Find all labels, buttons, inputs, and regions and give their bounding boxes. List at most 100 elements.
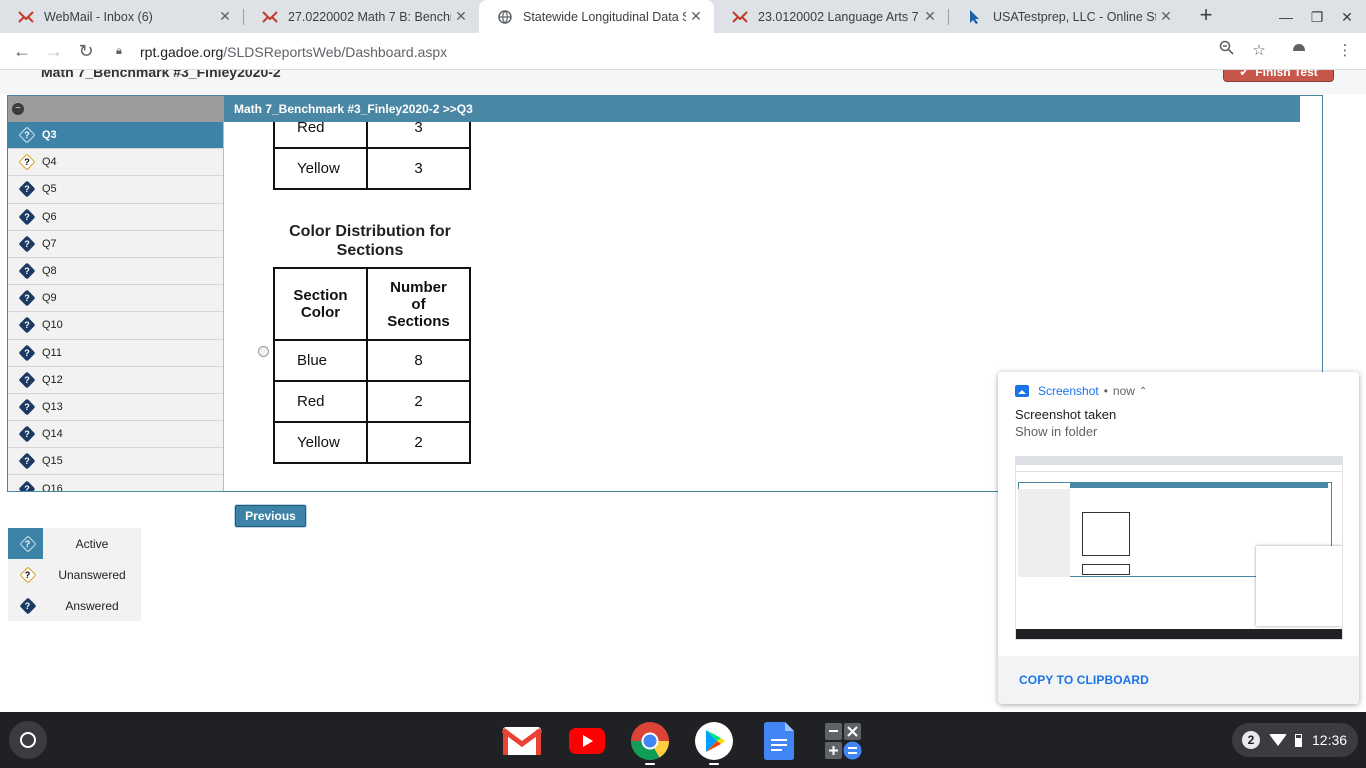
calculator-icon[interactable] xyxy=(822,721,864,761)
close-icon[interactable]: ✕ xyxy=(1156,8,1176,25)
finish-flag-icon: ✔ xyxy=(1239,70,1250,79)
active-diamond-icon: ? xyxy=(19,535,37,553)
chrome-icon[interactable] xyxy=(629,721,671,765)
close-icon[interactable]: ✕ xyxy=(451,8,471,25)
copy-to-clipboard-button[interactable]: COPY TO CLIPBOARD xyxy=(998,656,1359,704)
zoom-icon[interactable] xyxy=(1215,40,1237,62)
question-label: Q7 xyxy=(42,237,57,250)
new-tab-button[interactable]: + xyxy=(1194,4,1218,28)
close-icon[interactable]: ✕ xyxy=(920,8,940,25)
previous-distribution-table: Red 3 Yellow 3 xyxy=(273,122,471,190)
test-header: Math 7_Benchmark #3_Finley2020-2 ✔ Finis… xyxy=(0,70,1366,94)
close-icon[interactable]: ✕ xyxy=(686,8,706,25)
finish-test-label: Finish Test xyxy=(1255,70,1318,79)
tab-math7-benchmark[interactable]: 27.0220002 Math 7 B: Benchma ✕ xyxy=(244,0,479,33)
question-label: Q14 xyxy=(42,428,63,441)
forward-icon[interactable]: → xyxy=(42,40,66,64)
question-label: Q13 xyxy=(42,400,63,413)
question-label: Q9 xyxy=(42,292,57,305)
docs-icon[interactable] xyxy=(758,721,800,761)
answered-diamond-icon: ? xyxy=(18,452,36,470)
answered-diamond-icon: ? xyxy=(18,371,36,389)
minimize-icon[interactable]: — xyxy=(1275,6,1297,28)
question-item-q13[interactable]: ? Q13 xyxy=(8,394,223,422)
question-item-q8[interactable]: ? Q8 xyxy=(8,258,223,286)
battery-icon xyxy=(1295,733,1302,747)
extension-icon[interactable] xyxy=(1288,40,1310,62)
previous-button[interactable]: Previous xyxy=(235,505,306,527)
question-item-q12[interactable]: ? Q12 xyxy=(8,367,223,394)
legend-label: Answered xyxy=(65,598,119,613)
unanswered-diamond-icon: ? xyxy=(18,153,36,171)
column-header-section-color: Section Color xyxy=(273,267,368,341)
back-icon[interactable]: ← xyxy=(10,40,34,64)
youtube-icon[interactable] xyxy=(566,721,608,761)
finish-test-button[interactable]: ✔ Finish Test xyxy=(1223,70,1334,82)
answered-diamond-icon: ? xyxy=(18,425,36,443)
chevron-up-icon[interactable]: ⌃ xyxy=(1139,386,1147,397)
section-color-cell: Red xyxy=(297,393,325,410)
tab-language-arts[interactable]: 23.0120002 Language Arts 7 B ✕ xyxy=(714,0,948,33)
question-item-q3[interactable]: ? Q3 xyxy=(8,122,223,150)
show-in-folder-link[interactable]: Show in folder xyxy=(1015,424,1097,439)
maximize-icon[interactable]: ❐ xyxy=(1306,6,1328,28)
table-row: Yellow 2 xyxy=(273,421,471,464)
section-count-cell: 2 xyxy=(366,421,471,464)
question-item-q10[interactable]: ? Q10 xyxy=(8,312,223,340)
webmail-logo-icon xyxy=(18,9,34,25)
answered-diamond-icon: ? xyxy=(18,316,36,334)
question-label: Q3 xyxy=(42,129,57,142)
test-title: Math 7_Benchmark #3_Finley2020-2 xyxy=(41,70,281,80)
question-item-q9[interactable]: ? Q9 xyxy=(8,285,223,313)
answered-diamond-icon: ? xyxy=(18,180,36,198)
section-count-cell: 8 xyxy=(366,339,471,382)
answered-diamond-icon: ? xyxy=(19,597,37,615)
question-list[interactable]: ? Q3? Q4? Q5? Q6? Q7? Q8? Q9? Q10? Q11? Q12? Q13? Q1… xyxy=(8,122,224,491)
question-item-q14[interactable]: ? Q14 xyxy=(8,421,223,449)
question-label: Q4 xyxy=(42,156,57,169)
tab-usatestprep[interactable]: USATestprep, LLC - Online State ✕ xyxy=(949,0,1184,33)
section-color-cell: Red xyxy=(297,122,325,136)
question-item-q16[interactable]: ? Q16 xyxy=(8,475,223,491)
webmail-logo-icon xyxy=(732,9,748,25)
bookmark-star-icon[interactable]: ☆ xyxy=(1248,40,1270,62)
question-item-q4[interactable]: ? Q4 xyxy=(8,149,223,177)
answered-diamond-icon: ? xyxy=(18,208,36,226)
window-close-icon[interactable]: ✕ xyxy=(1336,6,1358,28)
table-row: Yellow 3 xyxy=(273,147,471,190)
collapse-icon[interactable]: − xyxy=(12,103,24,115)
gmail-icon[interactable] xyxy=(501,721,543,761)
address-bar[interactable]: 🔒︎ rpt.gadoe.org/SLDSReportsWeb/Dashboar… xyxy=(108,37,1280,66)
legend-icon-wrap: ? xyxy=(8,528,43,559)
question-item-q15[interactable]: ? Q15 xyxy=(8,448,223,476)
table-row: Blue 8 xyxy=(273,339,471,382)
section-color-cell: Blue xyxy=(297,352,328,369)
tab-slds-dashboard[interactable]: Statewide Longitudinal Data Sy ✕ xyxy=(479,0,714,33)
legend-icon-wrap: ? xyxy=(8,590,43,621)
question-item-q7[interactable]: ? Q7 xyxy=(8,231,223,258)
screenshot-thumbnail[interactable] xyxy=(1015,456,1343,640)
close-icon[interactable]: ✕ xyxy=(215,8,235,25)
answered-diamond-icon: ? xyxy=(18,289,36,307)
legend-item-active: ? Active xyxy=(8,528,141,559)
tab-webmail[interactable]: WebMail - Inbox (6) ✕ xyxy=(0,0,243,33)
answered-diamond-icon: ? xyxy=(18,344,36,362)
play-store-icon[interactable] xyxy=(693,721,735,765)
browser-toolbar: ← → ↻ 🔒︎ rpt.gadoe.org/SLDSReportsWeb/Da… xyxy=(0,33,1366,70)
menu-icon[interactable]: ⋮ xyxy=(1334,40,1356,62)
question-list-header: − xyxy=(8,96,224,122)
tab-strip: WebMail - Inbox (6) ✕ 27.0220002 Math 7 … xyxy=(0,0,1366,33)
question-label: Q10 xyxy=(42,319,63,332)
question-item-q5[interactable]: ? Q5 xyxy=(8,176,223,204)
question-item-q6[interactable]: ? Q6 xyxy=(8,204,223,231)
table-row: Red 3 xyxy=(273,122,471,149)
url-path: /SLDSReportsWeb/Dashboard.aspx xyxy=(223,43,448,60)
launcher-icon[interactable] xyxy=(9,721,47,759)
question-item-q11[interactable]: ? Q11 xyxy=(8,340,223,367)
table-row: Red 2 xyxy=(273,380,471,423)
section-count-cell: 2 xyxy=(366,380,471,423)
reload-icon[interactable]: ↻ xyxy=(74,40,98,64)
answer-option-radio[interactable] xyxy=(258,346,269,357)
screenshot-notification[interactable]: Screenshot • now ⌃ Screenshot taken Show… xyxy=(998,372,1359,704)
status-tray[interactable]: 2 12:36 xyxy=(1232,723,1358,757)
